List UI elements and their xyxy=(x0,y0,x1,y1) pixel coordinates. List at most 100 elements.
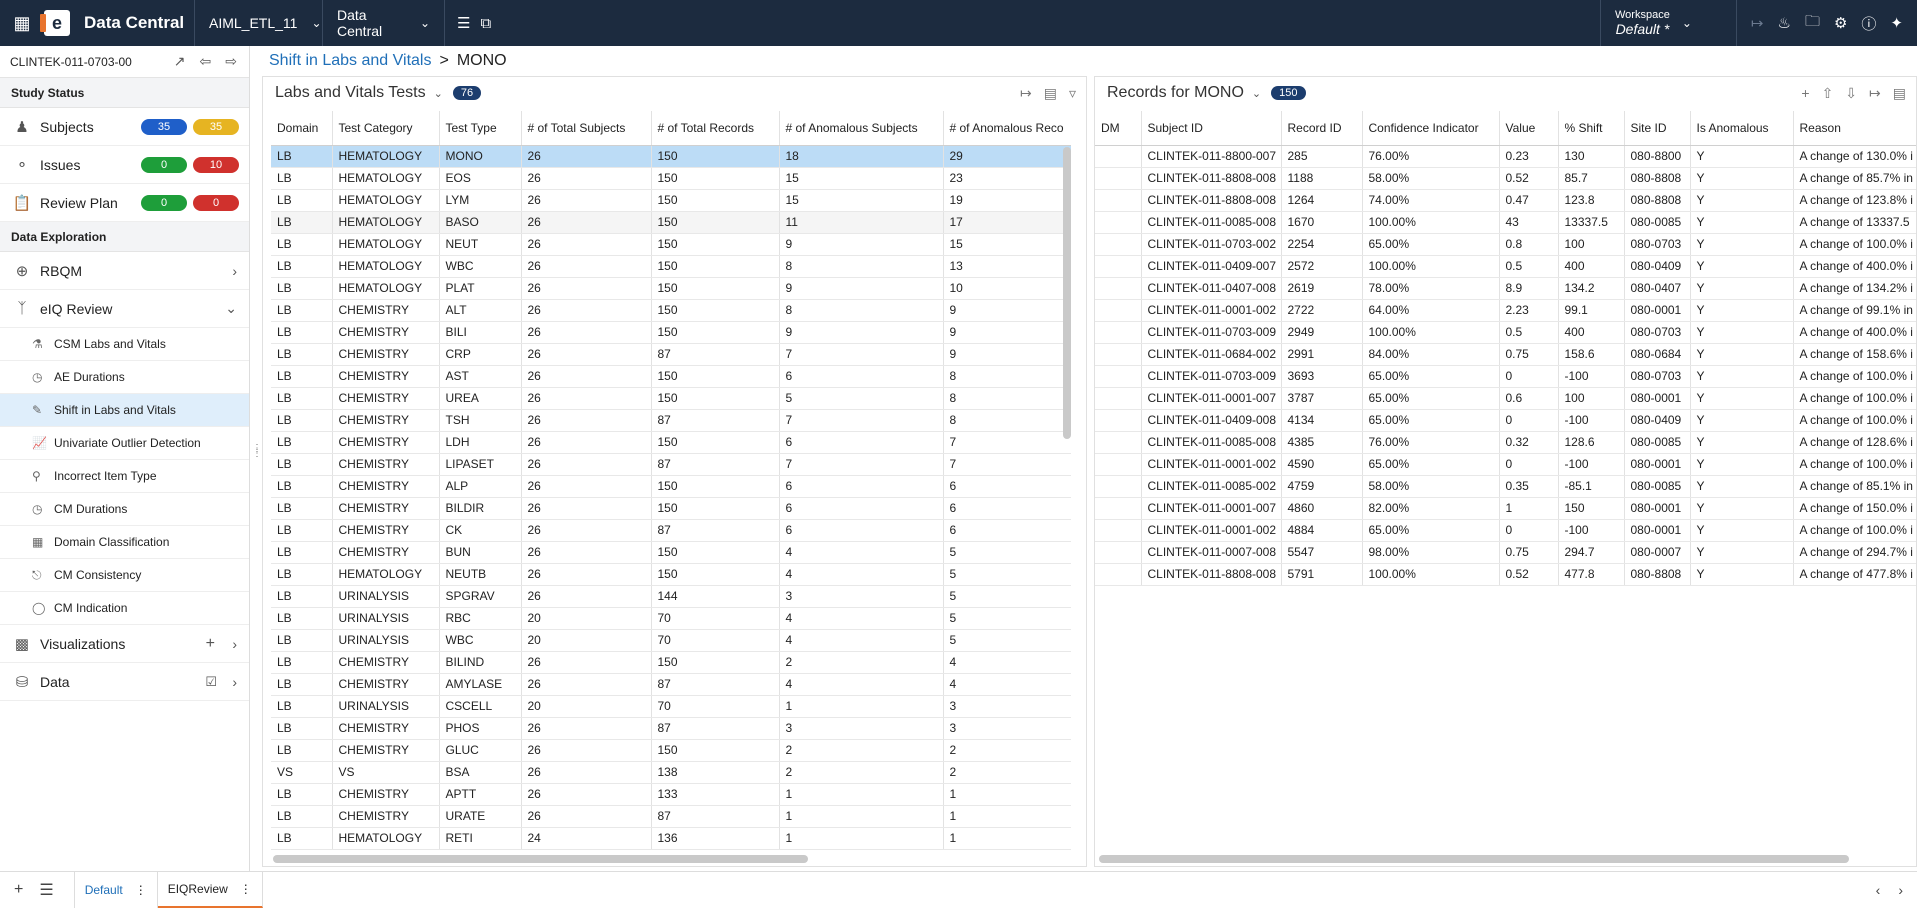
tests-table-row[interactable]: LB CHEMISTRY ALT 26 150 8 9 xyxy=(271,299,1071,322)
folder-icon[interactable]: 🗀 xyxy=(1805,11,1820,36)
records-table-row[interactable]: CLINTEK-011-8808-008 5791 100.00% 0.52 477.8… xyxy=(1095,563,1916,586)
filter-icon[interactable]: ☰ xyxy=(457,14,470,32)
sidebar-item-rbqm[interactable]: ⊕ RBQM › xyxy=(0,252,249,290)
help-icon[interactable]: ⓘ xyxy=(1861,13,1876,34)
tests-table-row[interactable]: LB HEMATOLOGY NEUTB 26 150 4 5 xyxy=(271,563,1071,586)
app-grid-icon[interactable]: ▦ xyxy=(0,0,44,46)
records-col-header[interactable]: Subject ID xyxy=(1141,111,1282,146)
sidebar-item-issues[interactable]: ⚬ Issues 0 10 xyxy=(0,146,249,184)
records-table-row[interactable]: CLINTEK-011-0001-002 4590 65.00% 0 -100 080-0… xyxy=(1095,453,1916,476)
sidebar-sub-cm-consistency[interactable]: ⎋ CM Consistency xyxy=(0,559,249,592)
records-table-row[interactable]: CLINTEK-011-0703-009 2949 100.00% 0.5 400 080… xyxy=(1095,321,1916,344)
sidebar-item-data[interactable]: ⛁ Data ☑ › xyxy=(0,663,249,701)
tab-default[interactable]: Default ⋮ xyxy=(73,871,158,908)
layout-icon[interactable]: ▤ xyxy=(1044,85,1057,102)
sparkle-icon[interactable]: ✦ xyxy=(1890,14,1903,32)
download-icon[interactable]: ⇩ xyxy=(1845,85,1857,102)
records-table-row[interactable]: CLINTEK-011-8808-008 1188 58.00% 0.52 85.7 08… xyxy=(1095,167,1916,190)
records-col-header[interactable]: Value xyxy=(1499,111,1559,146)
gear-icon[interactable]: ⚙ xyxy=(1834,14,1847,32)
tests-table-row[interactable]: LB CHEMISTRY TSH 26 87 7 8 xyxy=(271,409,1071,432)
records-table-row[interactable]: CLINTEK-011-0001-002 4884 65.00% 0 -100 080-0… xyxy=(1095,519,1916,542)
sidebar-sub-cm-durations[interactable]: ◷ CM Durations xyxy=(0,493,249,526)
export-icon[interactable]: ↦ xyxy=(1751,14,1764,32)
tests-table-row[interactable]: LB URINALYSIS SPGRAV 26 144 3 5 xyxy=(271,585,1071,608)
dataset-dropdown[interactable]: AIML_ETL_11 ⌄ xyxy=(194,0,322,46)
tests-table-row[interactable]: LB URINALYSIS WBC 20 70 4 5 xyxy=(271,629,1071,652)
records-col-header[interactable]: % Shift xyxy=(1558,111,1625,146)
tests-table-row[interactable]: LB HEMATOLOGY PLAT 26 150 9 10 xyxy=(271,277,1071,300)
records-table-row[interactable]: CLINTEK-011-0001-002 2722 64.00% 2.23 99.1 08… xyxy=(1095,299,1916,322)
plus-icon[interactable]: + xyxy=(1801,85,1809,102)
tests-col-header[interactable]: # of Total Subjects xyxy=(521,111,652,146)
sidebar-item-visualizations[interactable]: ▩ Visualizations + › xyxy=(0,625,249,663)
sidebar-sub-csm-labs[interactable]: ⚗ CSM Labs and Vitals xyxy=(0,328,249,361)
tests-table-row[interactable]: LB CHEMISTRY LDH 26 150 6 7 xyxy=(271,431,1071,454)
tests-col-header[interactable]: # of Total Records xyxy=(651,111,780,146)
sidebar-sub-shift-labs[interactable]: ✎ Shift in Labs and Vitals xyxy=(0,394,249,427)
records-table-row[interactable]: CLINTEK-011-0409-008 4134 65.00% 0 -100 080-0… xyxy=(1095,409,1916,432)
sidebar-sub-ae-durations[interactable]: ◷ AE Durations xyxy=(0,361,249,394)
plus-icon[interactable]: + xyxy=(206,635,215,653)
module-dropdown[interactable]: Data Central ⌄ xyxy=(322,0,444,46)
tests-table-row[interactable]: LB HEMATOLOGY WBC 26 150 8 13 xyxy=(271,255,1071,278)
tests-table-row[interactable]: LB URINALYSIS CSCELL 20 70 1 3 xyxy=(271,695,1071,718)
tests-col-header[interactable]: Test Type xyxy=(439,111,522,146)
tests-table-row[interactable]: VS VS BSA 26 138 2 2 xyxy=(271,761,1071,784)
resize-handle[interactable]: ⋮ ⋮ xyxy=(252,444,262,459)
tests-table-row[interactable]: LB CHEMISTRY ALP 26 150 6 6 xyxy=(271,475,1071,498)
breadcrumb-parent[interactable]: Shift in Labs and Vitals xyxy=(269,52,431,70)
bell-icon[interactable]: ♨ xyxy=(1777,14,1790,32)
tests-table-row[interactable]: LB HEMATOLOGY EOS 26 150 15 23 xyxy=(271,167,1071,190)
clipboard-check-icon[interactable]: ☑ xyxy=(205,674,217,690)
tests-table-row[interactable]: LB HEMATOLOGY RETI 24 136 1 1 xyxy=(271,827,1071,850)
sidebar-sub-cm-indication[interactable]: ◯ CM Indication xyxy=(0,592,249,625)
tests-table-row[interactable]: LB HEMATOLOGY NEUT 26 150 9 15 xyxy=(271,233,1071,256)
filter-icon[interactable]: ▿ xyxy=(1069,85,1076,102)
tests-col-header[interactable]: # of Anomalous Subjects xyxy=(779,111,944,146)
export-icon[interactable]: ↦ xyxy=(1020,85,1032,102)
tests-table-row[interactable]: LB CHEMISTRY CRP 26 87 7 9 xyxy=(271,343,1071,366)
tests-col-header[interactable]: Test Category xyxy=(332,111,440,146)
tests-table-row[interactable]: LB CHEMISTRY PHOS 26 87 3 3 xyxy=(271,717,1071,740)
tests-table-row[interactable]: LB HEMATOLOGY MONO 26 150 18 29 xyxy=(271,145,1071,168)
tests-table-row[interactable]: LB CHEMISTRY LIPASET 26 87 7 7 xyxy=(271,453,1071,476)
layout-icon[interactable]: ▤ xyxy=(1893,85,1906,102)
tests-table-row[interactable]: LB CHEMISTRY BUN 26 150 4 5 xyxy=(271,541,1071,564)
tests-table-row[interactable]: LB HEMATOLOGY LYM 26 150 15 19 xyxy=(271,189,1071,212)
chevron-down-icon[interactable]: ⌄ xyxy=(1252,87,1261,100)
chart-icon[interactable]: ↗ xyxy=(174,53,186,70)
tests-horizontal-scrollbar[interactable] xyxy=(273,855,808,863)
tests-table-row[interactable]: LB CHEMISTRY APTT 26 133 1 1 xyxy=(271,783,1071,806)
workspace-selector[interactable]: Workspace Default * ⌄ xyxy=(1600,0,1703,46)
copy-icon[interactable]: ⧉ xyxy=(480,15,491,32)
tests-col-header[interactable]: Domain xyxy=(271,111,333,146)
forward-icon[interactable]: ⇨ xyxy=(225,53,237,70)
sidebar-sub-incorrect-item[interactable]: ⚲ Incorrect Item Type xyxy=(0,460,249,493)
tests-table-row[interactable]: LB CHEMISTRY URATE 26 87 1 1 xyxy=(271,805,1071,828)
records-col-header[interactable]: DM xyxy=(1095,111,1142,146)
records-table-row[interactable]: CLINTEK-011-0085-002 4759 58.00% 0.35 -85.1 0… xyxy=(1095,475,1916,498)
records-table-row[interactable]: CLINTEK-011-0001-007 4860 82.00% 1 150 080-00… xyxy=(1095,497,1916,520)
records-col-header[interactable]: Is Anomalous xyxy=(1690,111,1794,146)
records-table-row[interactable]: CLINTEK-011-0703-002 2254 65.00% 0.8 100 080-… xyxy=(1095,233,1916,256)
sidebar-item-eiq-review[interactable]: ᛉ eIQ Review ⌄ xyxy=(0,290,249,328)
kebab-icon[interactable]: ⋮ xyxy=(240,882,252,896)
records-col-header[interactable]: Confidence Indicator xyxy=(1362,111,1500,146)
chevron-left-icon[interactable]: ‹ xyxy=(1876,882,1881,898)
records-col-header[interactable]: Record ID xyxy=(1281,111,1363,146)
chevron-down-icon[interactable]: ⌄ xyxy=(434,87,443,100)
tab-eiqreview[interactable]: EIQReview ⋮ xyxy=(157,871,263,908)
sidebar-item-review-plan[interactable]: 📋 Review Plan 00 xyxy=(0,184,249,222)
records-table-row[interactable]: CLINTEK-011-8808-008 1264 74.00% 0.47 123.8 0… xyxy=(1095,189,1916,212)
records-table-row[interactable]: CLINTEK-011-0703-009 3693 65.00% 0 -100 080-0… xyxy=(1095,365,1916,388)
tests-table-row[interactable]: LB CHEMISTRY BILDIR 26 150 6 6 xyxy=(271,497,1071,520)
tests-table-row[interactable]: LB CHEMISTRY AST 26 150 6 8 xyxy=(271,365,1071,388)
tests-col-header[interactable]: # of Anomalous Reco xyxy=(943,111,1071,146)
tests-table-row[interactable]: LB CHEMISTRY UREA 26 150 5 8 xyxy=(271,387,1071,410)
arrow-up-icon[interactable]: ⇧ xyxy=(1822,85,1834,102)
sidebar-sub-domain-class[interactable]: ▦ Domain Classification xyxy=(0,526,249,559)
tests-table-row[interactable]: LB URINALYSIS RBC 20 70 4 5 xyxy=(271,607,1071,630)
tests-table-row[interactable]: LB CHEMISTRY GLUC 26 150 2 2 xyxy=(271,739,1071,762)
back-icon[interactable]: ⇦ xyxy=(200,53,212,70)
